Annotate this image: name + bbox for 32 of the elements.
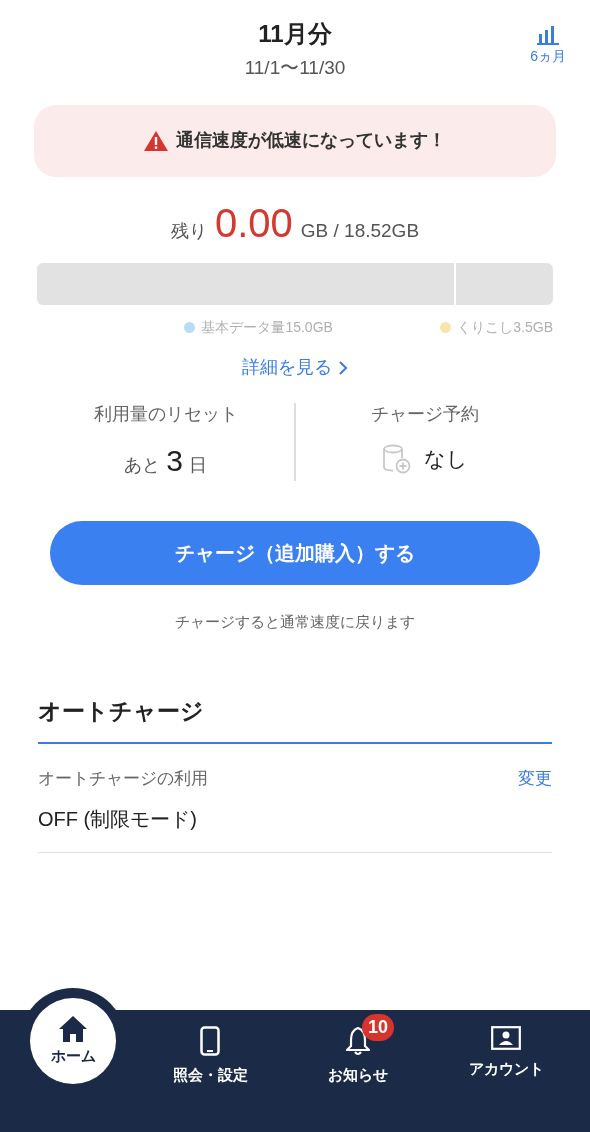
- remaining-label: 残り: [170, 219, 207, 243]
- bell-icon: [345, 1026, 371, 1056]
- month-title: 11月分: [258, 19, 332, 49]
- history-link[interactable]: 6ヵ月: [530, 22, 566, 67]
- change-link[interactable]: 変更: [518, 766, 552, 792]
- legend-label: くりこし3.5GB: [457, 318, 553, 337]
- total-data-text: GB / 18.52GB: [300, 218, 420, 243]
- period-text: 11/1〜11/30: [244, 56, 346, 80]
- details-link[interactable]: 詳細を見る: [242, 354, 348, 381]
- setting-value: OFF (制限モード): [38, 806, 198, 832]
- stat-value: 3: [166, 443, 183, 479]
- notification-badge: 10: [362, 1014, 395, 1041]
- nav-tab[interactable]: 照会・設定: [172, 1024, 248, 1087]
- legend-label: 基本データ量15.0GB: [201, 318, 333, 337]
- database-add-icon: [381, 444, 412, 474]
- nav-tab[interactable]: アカウント: [468, 1024, 544, 1081]
- stat-prefix: あと: [124, 454, 161, 477]
- home-icon: [58, 1014, 88, 1043]
- chevron-right-icon: [338, 359, 348, 376]
- stat-label: 利用量のリセット: [93, 403, 238, 426]
- charge-note: チャージすると通常速度に戻ります: [174, 612, 416, 632]
- stat-unit: 日: [188, 454, 207, 477]
- warning-icon: [144, 130, 168, 151]
- charge-button[interactable]: チャージ（追加購入）する: [50, 521, 540, 585]
- id-card-icon: [491, 1026, 521, 1050]
- smartphone-icon: [200, 1026, 220, 1056]
- stat-value: なし: [423, 446, 468, 473]
- alert-text: 通信速度が低速になっています！: [176, 129, 446, 152]
- setting-label: オートチャージの利用: [38, 768, 208, 790]
- remaining-amount: 0.00: [214, 202, 293, 243]
- section-heading: オートチャージ: [38, 693, 552, 744]
- stat-label: チャージ予約: [370, 403, 479, 426]
